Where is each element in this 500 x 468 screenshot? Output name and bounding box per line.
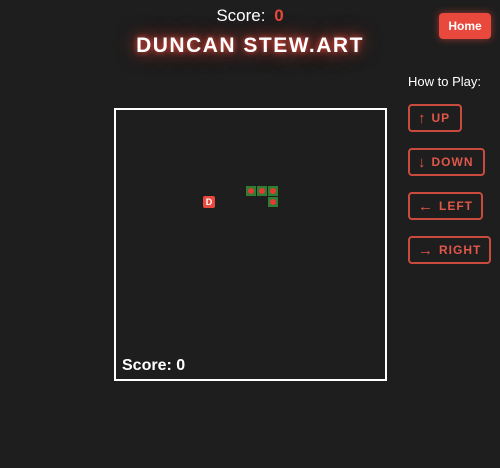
left-button[interactable]: ← LEFT [408, 192, 483, 220]
score-value: 0 [274, 6, 284, 25]
top-score: Score: 0 [0, 6, 500, 26]
brand-title: DUNCAN STEW.ART [136, 34, 364, 57]
down-button[interactable]: ↓ DOWN [408, 148, 485, 176]
snake-segment [257, 186, 267, 196]
score-label: Score: [216, 6, 266, 25]
left-label: LEFT [439, 199, 473, 213]
arrow-up-icon: ↑ [418, 109, 427, 127]
snake-segment [246, 186, 256, 196]
snake-head [268, 197, 278, 207]
snake-segment [268, 186, 278, 196]
food-item: D [203, 196, 215, 208]
up-label: UP [431, 111, 451, 125]
board-score: Score: 0 [122, 357, 186, 374]
arrow-left-icon: ← [418, 197, 434, 215]
down-label: DOWN [431, 155, 474, 169]
right-label: RIGHT [439, 243, 482, 257]
up-button[interactable]: ↑ UP [408, 104, 462, 132]
arrow-right-icon: → [418, 241, 434, 259]
right-button[interactable]: → RIGHT [408, 236, 491, 264]
how-to-play-heading: How to Play: [408, 74, 481, 89]
game-board[interactable]: D Score: 0 [114, 108, 387, 381]
arrow-down-icon: ↓ [418, 153, 427, 171]
